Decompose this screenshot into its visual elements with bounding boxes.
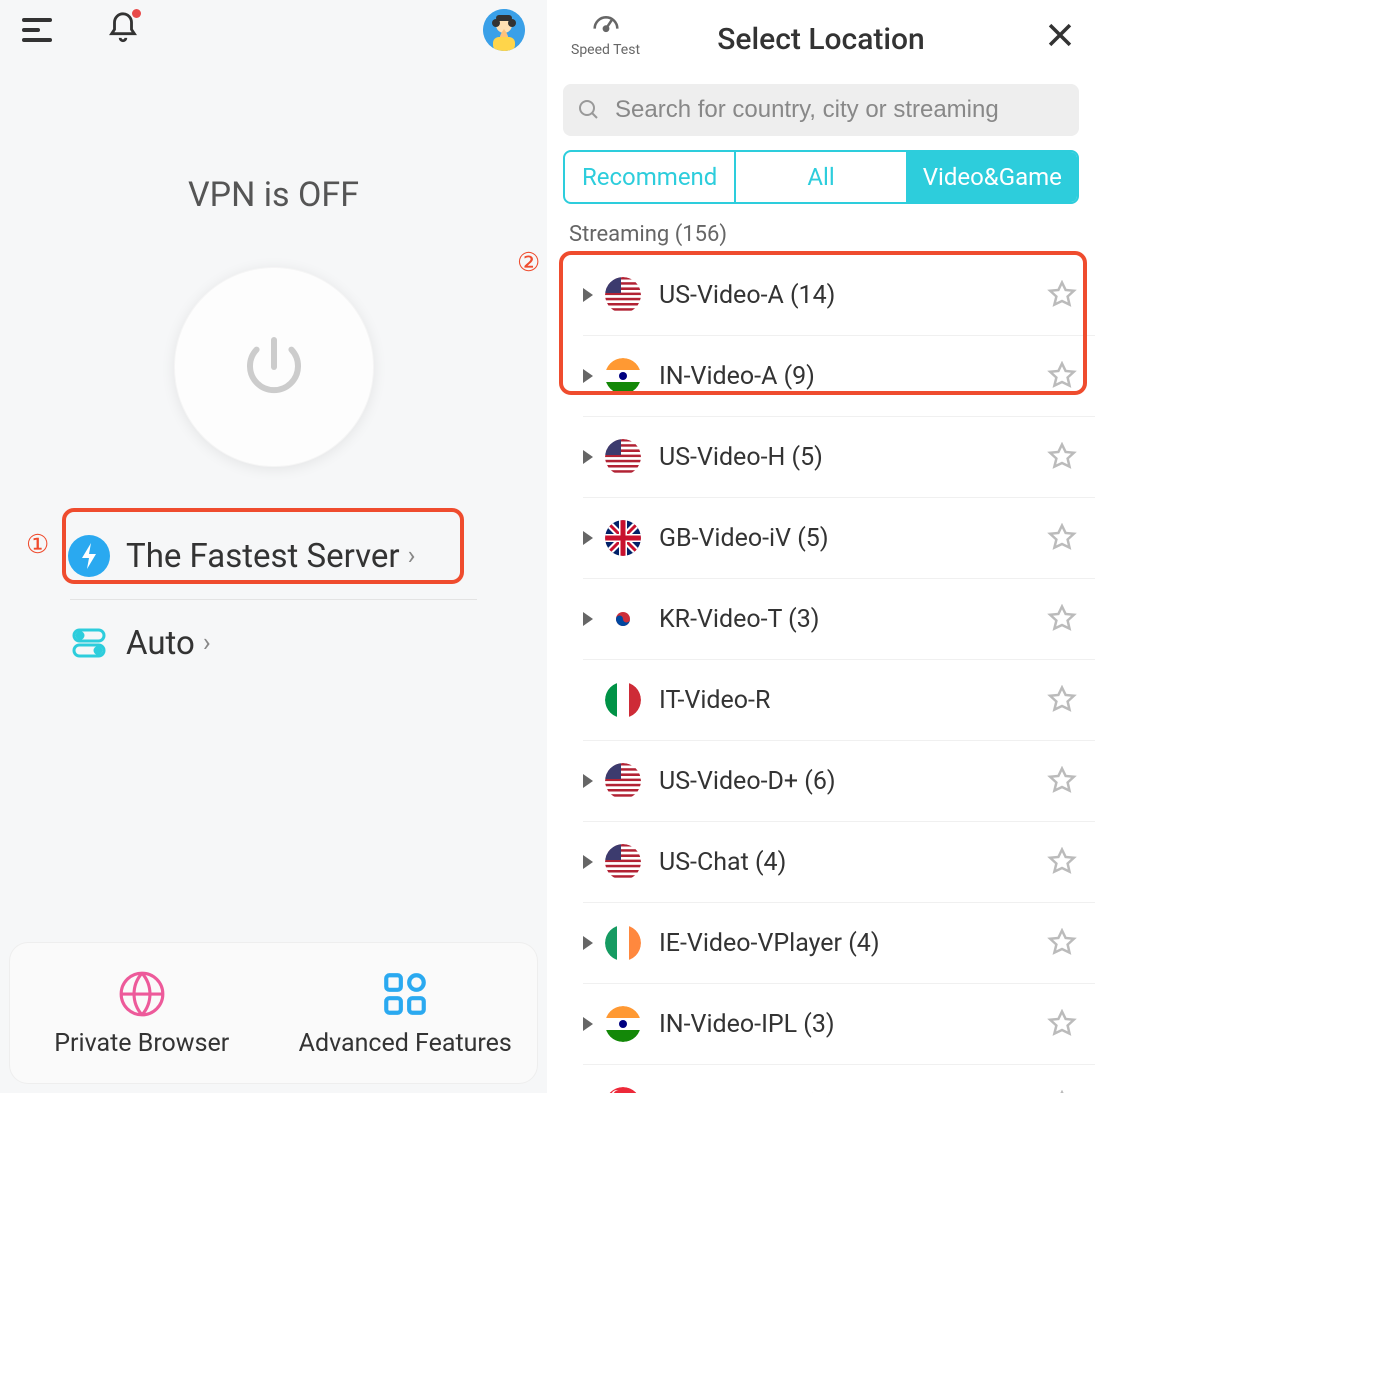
server-row[interactable]: US-Video-D+ (6) — [583, 741, 1095, 822]
vpn-status-text: VPN is OFF — [0, 175, 547, 215]
flag-us-icon — [605, 439, 641, 475]
server-name: US-Chat (4) — [659, 848, 1047, 877]
expand-icon — [583, 450, 593, 464]
server-row[interactable]: IT-Video-R — [583, 660, 1095, 741]
favorite-star-icon[interactable] — [1047, 928, 1077, 958]
expand-icon — [583, 855, 593, 869]
annotation-box-1 — [62, 508, 464, 584]
annotation-callout-1: ① — [26, 530, 49, 560]
server-name: GB-Video-iV (5) — [659, 524, 1047, 553]
server-name: SG-Video-D+ (7) — [659, 1091, 1047, 1094]
search-icon — [577, 98, 601, 122]
chevron-right-icon: › — [203, 628, 211, 658]
private-browser-button[interactable]: Private Browser — [10, 943, 274, 1083]
auto-label: Auto — [126, 624, 195, 663]
notification-icon[interactable] — [106, 11, 140, 49]
server-row[interactable]: SG-Video-D+ (7) — [583, 1065, 1095, 1093]
advanced-features-label: Advanced Features — [299, 1029, 512, 1058]
server-name: IT-Video-R — [659, 686, 1047, 715]
search-input[interactable] — [613, 95, 1065, 125]
flag-it-icon — [605, 682, 641, 718]
flag-ie-icon — [605, 925, 641, 961]
favorite-star-icon[interactable] — [1047, 847, 1077, 877]
server-name: US-Video-H (5) — [659, 443, 1047, 472]
auto-row[interactable]: Auto › — [68, 608, 479, 678]
favorite-star-icon[interactable] — [1047, 766, 1077, 796]
power-button[interactable] — [174, 267, 374, 467]
server-name: IN-Video-IPL (3) — [659, 1010, 1047, 1039]
server-row[interactable]: IE-Video-VPlayer (4) — [583, 903, 1095, 984]
server-name: KR-Video-T (3) — [659, 605, 1047, 634]
speed-test-label: Speed Test — [571, 42, 640, 58]
expand-icon — [583, 612, 593, 626]
server-row[interactable]: IN-Video-IPL (3) — [583, 984, 1095, 1065]
server-row[interactable]: US-Chat (4) — [583, 822, 1095, 903]
favorite-star-icon[interactable] — [1047, 685, 1077, 715]
expand-icon — [583, 936, 593, 950]
favorite-star-icon[interactable] — [1047, 1009, 1077, 1039]
flag-in-icon — [605, 1006, 641, 1042]
search-input-wrapper[interactable] — [563, 84, 1079, 136]
favorite-star-icon[interactable] — [1047, 523, 1077, 553]
annotation-box-2 — [559, 251, 1087, 395]
close-button[interactable] — [1043, 18, 1077, 52]
tab-recommend[interactable]: Recommend — [565, 152, 736, 202]
tab-all[interactable]: All — [736, 152, 907, 202]
private-browser-label: Private Browser — [54, 1029, 229, 1058]
expand-icon — [583, 531, 593, 545]
speed-test-button[interactable]: Speed Test — [571, 6, 640, 58]
server-name: US-Video-D+ (6) — [659, 767, 1047, 796]
annotation-callout-2: ② — [517, 248, 540, 278]
expand-icon — [583, 774, 593, 788]
favorite-star-icon[interactable] — [1047, 442, 1077, 472]
filter-tabs: RecommendAllVideo&Game — [563, 150, 1079, 204]
flag-gb-icon — [605, 520, 641, 556]
menu-icon[interactable] — [22, 16, 58, 44]
flag-kr-icon — [605, 601, 641, 637]
tab-videogame[interactable]: Video&Game — [908, 152, 1077, 202]
flag-us-icon — [605, 844, 641, 880]
section-header: Streaming (156) — [547, 204, 1095, 255]
toggle-icon — [68, 622, 110, 664]
expand-icon — [583, 1017, 593, 1031]
advanced-features-button[interactable]: Advanced Features — [274, 943, 538, 1083]
server-row[interactable]: KR-Video-T (3) — [583, 579, 1095, 660]
server-row[interactable]: GB-Video-iV (5) — [583, 498, 1095, 579]
favorite-star-icon[interactable] — [1047, 604, 1077, 634]
flag-us-icon — [605, 763, 641, 799]
notification-dot-icon — [132, 9, 141, 18]
server-row[interactable]: US-Video-H (5) — [583, 417, 1095, 498]
profile-avatar[interactable] — [483, 9, 525, 51]
flag-sg-icon — [605, 1087, 641, 1093]
favorite-star-icon[interactable] — [1047, 1090, 1077, 1093]
server-name: IE-Video-VPlayer (4) — [659, 929, 1047, 958]
